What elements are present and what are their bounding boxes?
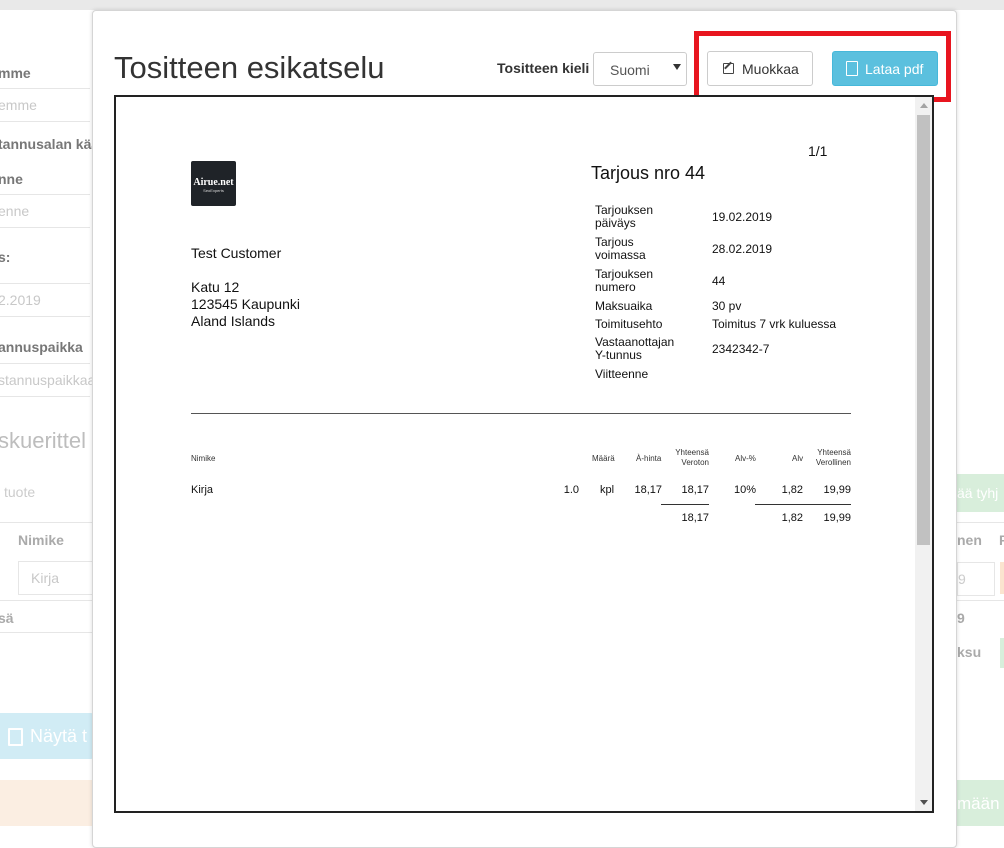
- edit-button-label: Muokkaa: [742, 61, 799, 77]
- preview-scrollbar[interactable]: [915, 97, 932, 811]
- table-header-unit-price: À-hinta: [636, 454, 662, 463]
- customer-street: Katu 12: [191, 279, 240, 295]
- table-cell-vat: 1,82: [781, 484, 803, 496]
- bg-input-2[interactable]: enne: [0, 194, 90, 228]
- table-cell-total-inc: 19,99: [823, 484, 851, 496]
- bg-input-4[interactable]: stannuspaikkaa: [0, 363, 95, 397]
- download-pdf-button[interactable]: Lataa pdf: [832, 51, 938, 86]
- bg-label-1: mme: [0, 65, 31, 81]
- document-title: Tarjous nro 44: [591, 163, 706, 183]
- total-inc: 19,99: [823, 512, 851, 524]
- meta-value: 19.02.2019: [712, 210, 773, 224]
- table-header-total-ex: Yhteensä Veroton: [675, 448, 709, 467]
- table-cell-vat-pct: 10%: [733, 484, 756, 496]
- table-header-qty: Määrä: [592, 454, 615, 463]
- scroll-up-icon[interactable]: [920, 103, 928, 108]
- table-cell-qty: 1.0: [563, 484, 579, 496]
- bg-label-3: nne: [0, 171, 23, 187]
- preview-modal: Tositteen esikatselu Tositteen kieli Suo…: [92, 10, 957, 848]
- customer-city: 123545 Kaupunki: [191, 296, 300, 312]
- bg-column-header: Nimike: [18, 532, 64, 548]
- meta-value: 30 pv: [712, 299, 742, 313]
- table-header-item: Nimike: [191, 454, 216, 463]
- meta-label: Vastaanottajan Y-tunnus: [595, 335, 675, 362]
- bg-product-search[interactable]: tuote: [4, 484, 35, 500]
- table-header-vat: Alv: [792, 454, 804, 463]
- bg-right-value[interactable]: 9: [957, 562, 995, 596]
- table-header-total-inc: Yhteensä Verollinen: [815, 448, 851, 467]
- meta-label: Maksuaika: [595, 299, 653, 313]
- meta-label: Toimitusehto: [595, 317, 663, 331]
- scrollbar-thumb[interactable]: [917, 115, 930, 545]
- company-logo: Airue.net SeoExperts: [191, 161, 236, 206]
- edit-icon: [723, 63, 734, 74]
- pdf-icon: [846, 61, 858, 76]
- bg-section-heading: skuerittel: [0, 428, 87, 453]
- bg-right-sum: 9: [957, 610, 965, 626]
- total-ex: 18,17: [681, 512, 709, 524]
- customer-name: Test Customer: [191, 245, 282, 261]
- meta-label: Tarjouksen numero: [595, 267, 654, 294]
- bg-bottom-button[interactable]: mään: [957, 780, 1004, 826]
- bg-right-col-header2: F: [999, 532, 1004, 548]
- bg-input-1[interactable]: emme: [0, 88, 90, 122]
- meta-label: Tarjouksen päiväys: [595, 203, 654, 230]
- language-select-value: Suomi: [610, 62, 650, 78]
- bg-right-ksu: ksu: [957, 644, 982, 660]
- document-divider: [191, 413, 851, 414]
- download-pdf-label: Lataa pdf: [865, 61, 924, 77]
- bg-label-4: s:: [0, 249, 11, 265]
- language-select[interactable]: Suomi: [593, 52, 687, 86]
- meta-value: 28.02.2019: [712, 242, 773, 256]
- table-cell-total-ex: 18,17: [681, 484, 709, 496]
- background-topbar: [0, 0, 1004, 10]
- modal-title: Tositteen esikatselu: [114, 50, 385, 85]
- meta-value: 2342342-7: [712, 342, 770, 356]
- pdf-icon: [8, 728, 23, 746]
- edit-button[interactable]: Muokkaa: [707, 51, 813, 86]
- customer-country: Aland Islands: [191, 313, 276, 329]
- bg-label-2: tannusalan kää: [0, 136, 100, 152]
- bg-row-product[interactable]: Kirja: [18, 561, 100, 595]
- language-label: Tositteen kieli: [497, 60, 590, 76]
- table-cell-unit-price: 18,17: [634, 484, 662, 496]
- meta-value: 44: [712, 274, 726, 288]
- bg-right-col-header: nen: [957, 532, 982, 548]
- total-vat: 1,82: [781, 512, 803, 524]
- bg-show-button[interactable]: Näytä t: [0, 713, 94, 759]
- document-preview-frame[interactable]: 1/1 Airue.net SeoExperts Tarjous nro 44 …: [114, 95, 934, 813]
- meta-label: Viitteenne: [595, 367, 649, 381]
- page-number: 1/1: [808, 143, 828, 159]
- bg-empty-button[interactable]: ää tyhj: [957, 474, 1004, 512]
- chevron-down-icon: [673, 64, 681, 70]
- meta-value: Toimitus 7 vrk kuluessa: [712, 317, 837, 331]
- document-page: 1/1 Airue.net SeoExperts Tarjous nro 44 …: [116, 97, 913, 811]
- meta-label: Tarjous voimassa: [595, 235, 646, 262]
- bg-label-5: annuspaikka: [0, 339, 83, 355]
- table-cell-unit: kpl: [600, 484, 615, 496]
- scroll-down-icon[interactable]: [920, 800, 928, 805]
- table-cell-item: Kirja: [191, 484, 214, 496]
- bg-input-3[interactable]: 2.2019: [0, 283, 90, 317]
- table-header-vat-pct: Alv-%: [735, 454, 756, 463]
- bg-orange-band: [0, 780, 94, 826]
- bg-sum-label: sä: [0, 610, 14, 626]
